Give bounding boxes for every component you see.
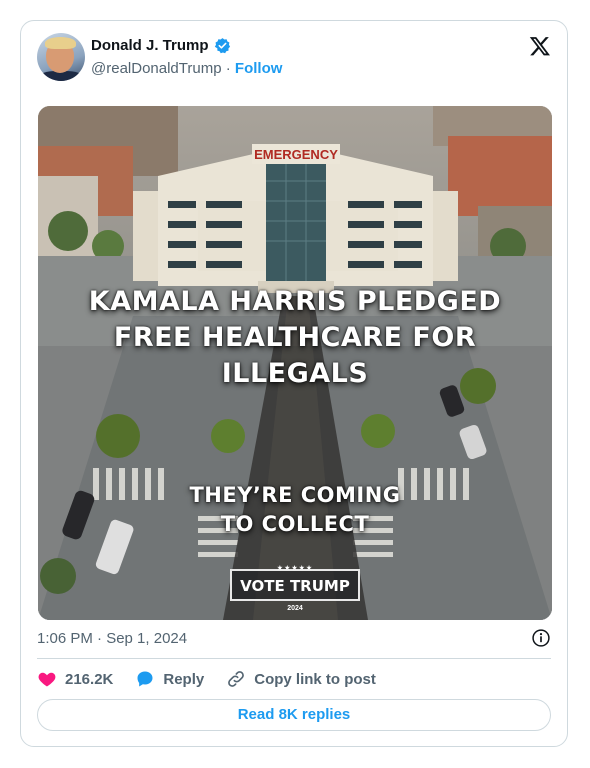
badge-text: VOTE TRUMP [240,577,350,595]
author-handle[interactable]: @realDonaldTrump [91,60,222,77]
post-image[interactable]: EMERGENCY KAMALA HARRIS PLEDGED FREE HEA… [38,106,552,620]
embedded-post-card: Donald J. Trump @realDonaldTrump · Follo… [20,20,568,747]
follow-button[interactable]: Follow [235,60,283,77]
image-subheadline: THEY’RE COMING TO COLLECT [38,481,552,539]
badge-year: 2024 [287,605,303,612]
subheadline-line: TO COLLECT [220,512,370,536]
emergency-sign-text: EMERGENCY [254,147,338,162]
reply-label: Reply [163,670,205,688]
action-bar: 216.2K Reply Copy link to post [37,669,398,689]
link-icon [228,671,245,687]
headline-line: FREE HEALTHCARE FOR [113,322,477,353]
info-icon[interactable] [531,628,551,648]
post-timestamp[interactable]: 1:06 PM · Sep 1, 2024 [37,630,187,647]
reply-button[interactable]: Reply [135,669,204,689]
read-replies-button[interactable]: Read 8K replies [37,699,551,731]
author-name-row: Donald J. Trump [91,37,231,54]
like-count: 216.2K [65,670,114,688]
x-logo-icon[interactable] [529,35,551,57]
divider [37,658,551,659]
like-button[interactable]: 216.2K [37,669,113,689]
handle-separator: · [225,60,231,77]
reply-bubble-icon [137,671,153,687]
copy-link-label: Copy link to post [254,670,376,688]
avatar[interactable] [37,33,85,81]
author-handle-row: @realDonaldTrump · Follow [91,60,282,77]
image-headline: KAMALA HARRIS PLEDGED FREE HEALTHCARE FO… [38,284,552,392]
vote-trump-badge: ★★★★★ VOTE TRUMP 2024 [230,565,360,612]
heart-icon [38,672,56,687]
author-name[interactable]: Donald J. Trump [91,37,209,54]
verified-badge-icon [214,38,230,54]
copy-link-button[interactable]: Copy link to post [226,669,376,689]
headline-line: ILLEGALS [221,358,369,389]
subheadline-line: THEY’RE COMING [189,483,401,507]
badge-stars: ★★★★★ [276,565,314,572]
headline-line: KAMALA HARRIS PLEDGED [88,286,502,317]
